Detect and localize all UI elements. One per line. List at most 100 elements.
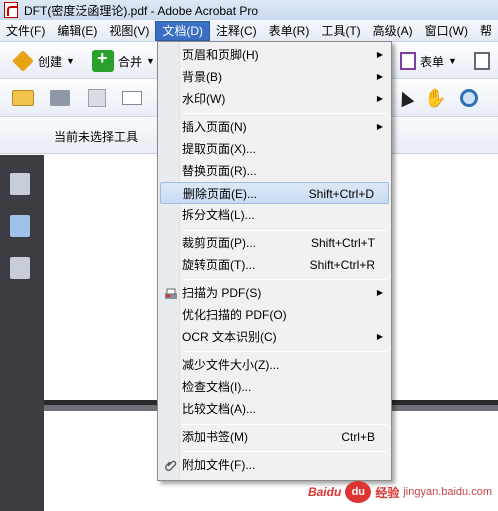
pages-icon[interactable] [10,173,30,195]
menu-tools[interactable]: 工具(T) [315,21,366,41]
folder-icon [12,90,34,106]
menu-item-label: 裁剪页面(P)... [182,236,256,250]
menu-separator [182,279,387,280]
baidu-jingyan-watermark: Baidu du 经验 jingyan.baidu.com [308,481,492,503]
menu-item-compare-documents[interactable]: 比较文档(A)... [160,398,389,420]
menu-item-replace-pages[interactable]: 替换页面(R)... [160,160,389,182]
menu-comments[interactable]: 注释(C) [210,21,263,41]
menu-help[interactable]: 帮 [474,21,498,41]
create-label: 创建 [38,54,63,69]
menu-item-shortcut: Shift+Ctrl+T [310,236,375,250]
menu-item-add-bookmark[interactable]: 添加书签(M) Ctrl+B [160,426,389,448]
menu-file[interactable]: 文件(F) [0,21,51,41]
save-button[interactable] [84,84,110,112]
menu-item-label: 插入页面(N) [182,120,247,134]
submenu-arrow-icon: ▶ [376,122,383,131]
chevron-down-icon: ▼ [66,56,75,66]
menu-item-optimize-scanned-pdf[interactable]: 优化扫描的 PDF(O) [160,304,389,326]
zoom-icon [460,89,478,107]
bookmarks-icon[interactable] [10,215,30,237]
create-button[interactable]: 创建 ▼ [8,47,79,75]
forms-button[interactable]: 表单 ▼ [396,47,461,75]
menu-item-label: 附加文件(F)... [182,458,256,472]
form-icon [400,52,416,70]
menu-item-background[interactable]: 背景(B) ▶ [160,66,389,88]
menu-window[interactable]: 窗口(W) [419,21,474,41]
menu-item-label: 提取页面(X)... [182,142,256,156]
menu-item-label: 减少文件大小(Z)... [182,358,280,372]
title-bar: DFT(密度泛函理论).pdf - Adobe Acrobat Pro [0,0,498,20]
watermark-site: jingyan.baidu.com [403,486,492,498]
navigation-pane [0,155,44,511]
menu-forms[interactable]: 表单(R) [263,21,316,41]
menu-item-insert-pages[interactable]: 插入页面(N) ▶ [160,116,389,138]
menu-item-examine-document[interactable]: 检查文档(I)... [160,376,389,398]
menu-item-label: 检查文档(I)... [182,380,252,394]
menu-item-shortcut: Ctrl+B [341,430,375,444]
menu-item-shortcut: Shift+Ctrl+R [309,258,375,272]
menu-item-split-document[interactable]: 拆分文档(L)... [160,204,389,226]
submenu-arrow-icon: ▶ [376,288,383,297]
submenu-arrow-icon: ▶ [376,94,383,103]
open-button[interactable] [8,84,38,112]
menu-separator [182,424,387,425]
menu-advanced[interactable]: 高级(A) [367,21,419,41]
menu-item-label: 优化扫描的 PDF(O) [182,308,287,322]
menu-item-label: 删除页面(E)... [183,187,257,201]
select-tool-button[interactable] [394,84,416,112]
menu-item-header-footer[interactable]: 页眉和页脚(H) ▶ [160,44,389,66]
create-icon [12,50,34,72]
menu-item-attach-file[interactable]: 附加文件(F)... [160,454,389,476]
combine-icon [92,48,114,72]
menu-item-label: 替换页面(R)... [182,164,257,178]
print-button[interactable] [46,84,74,112]
no-tool-selected-text: 当前未选择工具 [54,130,139,144]
document-menu-dropdown: 页眉和页脚(H) ▶ 背景(B) ▶ 水印(W) ▶ 插入页面(N) ▶ 提取页… [157,41,392,481]
paperclip-icon [164,458,178,472]
form-label: 表单 [420,54,445,69]
email-button[interactable] [118,84,146,112]
acrobat-app-icon [4,2,18,18]
combine-label: 合并 [118,54,143,69]
menu-separator [182,230,387,231]
zoom-tool-button[interactable] [456,84,482,112]
menu-item-crop-pages[interactable]: 裁剪页面(P)... Shift+Ctrl+T [160,232,389,254]
menu-item-label: 旋转页面(T)... [182,258,256,272]
menu-item-delete-pages[interactable]: 删除页面(E)... Shift+Ctrl+D [160,182,389,204]
menu-separator [182,451,387,452]
hand-tool-button[interactable]: ✋ [420,84,450,112]
menu-item-scan-to-pdf[interactable]: 扫描为 PDF(S) ▶ [160,282,389,304]
menu-separator [182,351,387,352]
chevron-down-icon: ▼ [448,56,457,66]
menu-item-label: OCR 文本识别(C) [182,330,277,344]
menu-item-ocr[interactable]: OCR 文本识别(C) ▶ [160,326,389,348]
window-title: DFT(密度泛函理论).pdf - Adobe Acrobat Pro [24,3,259,18]
menu-bar: 文件(F) 编辑(E) 视图(V) 文档(D) 注释(C) 表单(R) 工具(T… [0,20,498,42]
jingyan-text: 经验 [375,485,400,500]
menu-item-extract-pages[interactable]: 提取页面(X)... [160,138,389,160]
submenu-arrow-icon: ▶ [376,50,383,59]
menu-item-label: 扫描为 PDF(S) [182,286,262,300]
save-icon [88,89,106,107]
menu-item-rotate-pages[interactable]: 旋转页面(T)... Shift+Ctrl+R [160,254,389,276]
signatures-icon[interactable] [10,257,30,279]
printer-icon [50,90,70,106]
hand-icon: ✋ [424,88,447,108]
menu-separator [182,113,387,114]
menu-document[interactable]: 文档(D) [155,20,210,41]
submenu-arrow-icon: ▶ [376,72,383,81]
menu-item-label: 水印(W) [182,92,226,106]
menu-item-reduce-file-size[interactable]: 减少文件大小(Z)... [160,354,389,376]
menu-item-label: 比较文档(A)... [182,402,256,416]
menu-item-label: 添加书签(M) [182,430,248,444]
menu-item-watermark[interactable]: 水印(W) ▶ [160,88,389,110]
combine-button[interactable]: 合并 ▼ [88,47,159,75]
menu-view[interactable]: 视图(V) [103,21,155,41]
menu-edit[interactable]: 编辑(E) [51,21,103,41]
menu-item-shortcut: Shift+Ctrl+D [308,187,374,201]
multimedia-button[interactable] [470,47,494,75]
menu-item-label: 背景(B) [182,70,222,84]
menu-item-label: 页眉和页脚(H) [182,48,259,62]
baidu-brand-text: Baidu [307,485,342,499]
baidu-paw-icon: du [345,481,372,503]
